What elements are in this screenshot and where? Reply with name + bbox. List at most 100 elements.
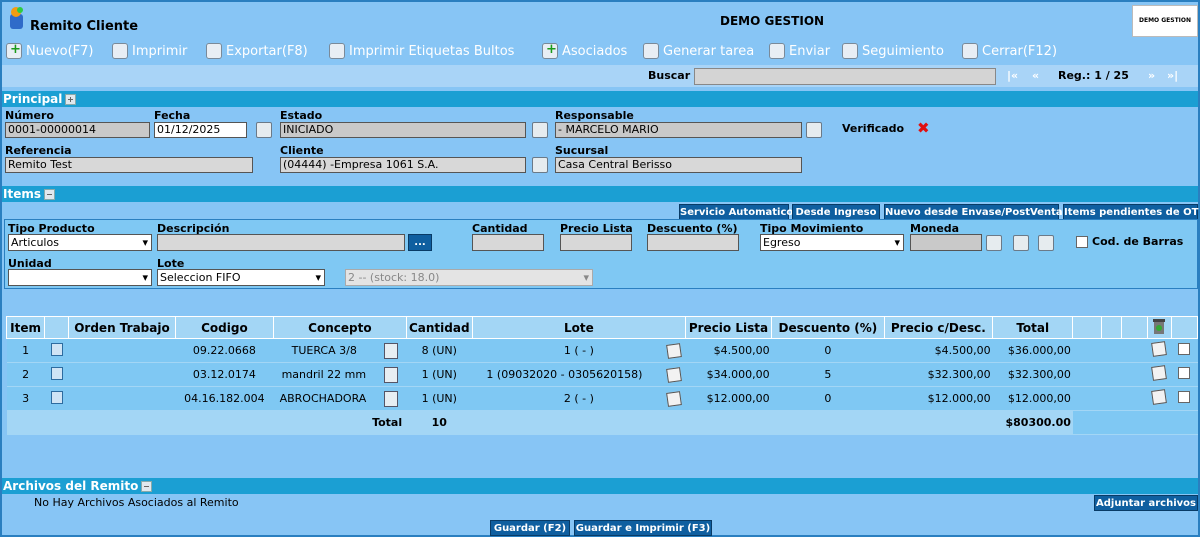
associate-icon [542,42,558,59]
responsable-field[interactable]: - MARCELO MARIO [555,122,802,138]
lote-select[interactable]: Seleccion FIFO [157,269,325,286]
from-income-button[interactable]: Desde Ingreso [792,204,880,220]
pending-ot-button[interactable]: Items pendientes de OT [1063,204,1198,220]
descripcion-lookup-button[interactable]: ... [408,234,432,251]
document-icon[interactable] [384,343,399,359]
edit-lote-icon[interactable] [666,343,683,359]
state-change-icon[interactable] [532,122,548,138]
cell-blank [1101,338,1122,363]
edit-row-icon[interactable] [1147,362,1172,387]
cell-descuento: 5 [771,362,885,387]
cell-total: $12.000,00 [992,386,1073,411]
edit-row-icon[interactable] [1147,338,1172,363]
cantidad-input[interactable] [472,234,544,251]
prev-record-button[interactable]: « [1032,69,1039,82]
row-checkbox[interactable] [1171,386,1198,411]
save-print-button[interactable]: Guardar e Imprimir (F3) [574,520,712,536]
collapse-icon[interactable] [44,189,55,200]
totals-row: Total 10 $80300.00 [6,410,1198,435]
table-row[interactable]: 2 03.12.0174 mandril 22 mm 1 (UN) 1 (090… [6,362,1198,387]
cell-precio-desc: $4.500,00 [884,338,993,363]
auto-service-button[interactable]: Servicio Automatico [679,204,793,220]
collapse-archivos-icon[interactable] [141,481,153,492]
document-icon[interactable] [384,391,399,407]
cell-blank [1121,386,1148,411]
document-icon[interactable] [384,367,399,383]
first-record-button[interactable]: |« [1007,69,1018,82]
print-button[interactable]: Imprimir [112,43,187,59]
sucursal-field[interactable]: Casa Central Berisso [555,157,802,173]
tracking-label: Seguimiento [862,43,944,59]
cell-precio-lista: $34.000,00 [685,362,772,387]
generate-task-button[interactable]: Generar tarea [643,43,754,59]
cell-blank [1121,362,1148,387]
save-button[interactable]: Guardar (F2) [490,520,570,536]
row-checkbox[interactable] [1171,362,1198,387]
associated-button[interactable]: Asociados [542,42,627,59]
search-input[interactable] [694,68,996,85]
search-responsable-icon[interactable] [806,122,822,138]
unidad-select[interactable] [8,269,152,286]
printer-icon [112,43,128,59]
print-labels-label: Imprimir Etiquetas Bultos [349,43,515,59]
edit-row-icon[interactable] [1147,386,1172,411]
tracking-icon [842,43,858,59]
last-record-button[interactable]: »| [1167,69,1178,82]
cliente-label: Cliente [280,144,324,157]
send-icon [769,43,785,59]
close-button[interactable]: Cerrar(F12) [962,43,1057,59]
barcode-checkbox[interactable] [1076,236,1088,251]
cell-precio-lista: $4.500,00 [685,338,772,363]
cube-icon[interactable] [44,338,69,363]
principal-section-header[interactable]: Principal [2,91,1198,107]
cell-concepto: TUERCA 3/8 [273,338,407,363]
cube-icon[interactable] [44,386,69,411]
barcode-checkbox-box[interactable] [1076,236,1088,248]
cell-blank [1072,362,1102,387]
not-verified-icon[interactable]: ✖ [917,119,930,137]
moneda-field[interactable] [910,234,982,251]
cancel-item-icon[interactable] [1038,235,1054,251]
tracking-button[interactable]: Seguimiento [842,43,944,59]
archivos-section-header[interactable]: Archivos del Remito [2,478,1198,494]
edit-item-icon[interactable] [1013,235,1029,251]
new-button[interactable]: Nuevo(F7) [6,42,94,59]
task-icon [643,43,659,59]
expand-icon[interactable] [65,94,77,105]
table-row[interactable]: 1 09.22.0668 TUERCA 3/8 8 (UN) 1 ( - ) $… [6,338,1198,363]
col-blank-1 [1072,316,1102,339]
edit-lote-icon[interactable] [666,391,683,407]
edit-lote-icon[interactable] [666,367,683,383]
cell-concepto: mandril 22 mm [273,362,407,387]
search-client-icon[interactable] [532,157,548,173]
cell-blank [1101,386,1122,411]
descripcion-input[interactable] [157,234,405,251]
new-from-package-button[interactable]: Nuevo desde Envase/PostVenta [884,204,1063,220]
cell-item: 3 [6,386,45,411]
row-checkbox[interactable] [1171,338,1198,363]
print-labels-button[interactable]: Imprimir Etiquetas Bultos [329,43,514,59]
print-label: Imprimir [132,43,188,59]
export-button[interactable]: Exportar(F8) [206,43,308,59]
referencia-field[interactable]: Remito Test [5,157,253,173]
descuento-input[interactable] [647,234,739,251]
attach-files-button[interactable]: Adjuntar archivos [1094,495,1198,511]
cube-icon[interactable] [44,362,69,387]
numero-field[interactable]: 0001-00000014 [5,122,150,138]
stock-select[interactable]: 2 -- (stock: 18.0) [345,269,593,286]
save-item-icon[interactable] [986,235,1002,251]
fecha-field[interactable]: 01/12/2025 [154,122,247,138]
referencia-label: Referencia [5,144,72,157]
send-button[interactable]: Enviar [769,43,830,59]
items-section-header[interactable]: Items [2,186,1198,202]
tipo-movimiento-select[interactable]: Egreso [760,234,904,251]
col-blank-3 [1120,316,1148,339]
precio-lista-input[interactable] [560,234,632,251]
next-record-button[interactable]: » [1148,69,1155,82]
table-row[interactable]: 3 04.16.182.004 ABROCHADORA 1 (UN) 2 ( -… [6,386,1198,411]
calendar-icon[interactable] [256,122,272,138]
delete-all-icon[interactable] [1146,316,1172,339]
tipo-producto-select[interactable]: Articulos [8,234,152,251]
estado-field[interactable]: INICIADO [280,122,526,138]
cliente-field[interactable]: (04444) -Empresa 1061 S.A. [280,157,526,173]
